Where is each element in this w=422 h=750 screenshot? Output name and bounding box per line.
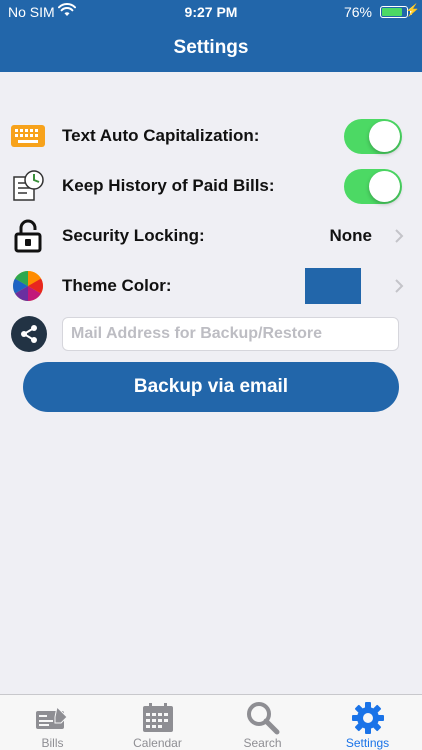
battery-icon (380, 6, 408, 18)
color-wheel-icon (10, 270, 46, 302)
tab-bills[interactable]: Bills (0, 695, 105, 750)
charging-bolt-icon: ⚡ (405, 3, 420, 17)
status-bar: No SIM 9:27 PM 76% ⚡ (0, 0, 422, 24)
mail-address-input[interactable] (62, 317, 399, 351)
theme-color-swatch[interactable] (305, 268, 361, 304)
switch-knob (369, 121, 400, 152)
calendar-icon (105, 701, 210, 735)
search-icon (210, 701, 315, 735)
tab-label: Bills (41, 736, 64, 750)
tab-calendar[interactable]: Calendar (105, 695, 210, 750)
mail-row (0, 314, 422, 354)
tab-search[interactable]: Search (210, 695, 315, 750)
tab-settings[interactable]: Settings (315, 695, 420, 750)
auto-capitalization-row: Text Auto Capitalization: (0, 114, 422, 158)
security-locking-value: None (329, 226, 373, 245)
tab-label: Calendar (133, 736, 182, 750)
tab-label: Settings (345, 736, 390, 750)
tab-bar: Bills Calendar Search Settings (0, 694, 422, 750)
backup-email-button[interactable]: Backup via email (23, 362, 399, 412)
keep-history-row: Keep History of Paid Bills: (0, 164, 422, 208)
security-locking-row[interactable]: Security Locking: None (0, 214, 422, 258)
chevron-right-icon (392, 276, 406, 296)
theme-color-row[interactable]: Theme Color: (0, 264, 422, 308)
battery-percent: 76% (343, 4, 372, 20)
chevron-right-icon (392, 226, 406, 246)
keep-history-label: Keep History of Paid Bills: (62, 176, 275, 195)
share-icon[interactable] (11, 316, 47, 352)
padlock-icon (10, 219, 46, 253)
auto-capitalization-switch[interactable] (344, 119, 402, 154)
bills-icon (0, 701, 105, 735)
battery-fill (382, 8, 402, 16)
auto-capitalization-label: Text Auto Capitalization: (62, 126, 260, 145)
switch-knob (369, 171, 400, 202)
history-clock-icon (10, 170, 46, 202)
nav-bar: Settings (0, 24, 422, 72)
security-locking-label: Security Locking: (62, 226, 205, 245)
keyboard-icon (10, 120, 46, 152)
tab-label: Search (243, 736, 282, 750)
page-title: Settings (173, 37, 249, 58)
theme-color-label: Theme Color: (62, 276, 172, 295)
keep-history-switch[interactable] (344, 169, 402, 204)
gear-icon (315, 701, 420, 735)
